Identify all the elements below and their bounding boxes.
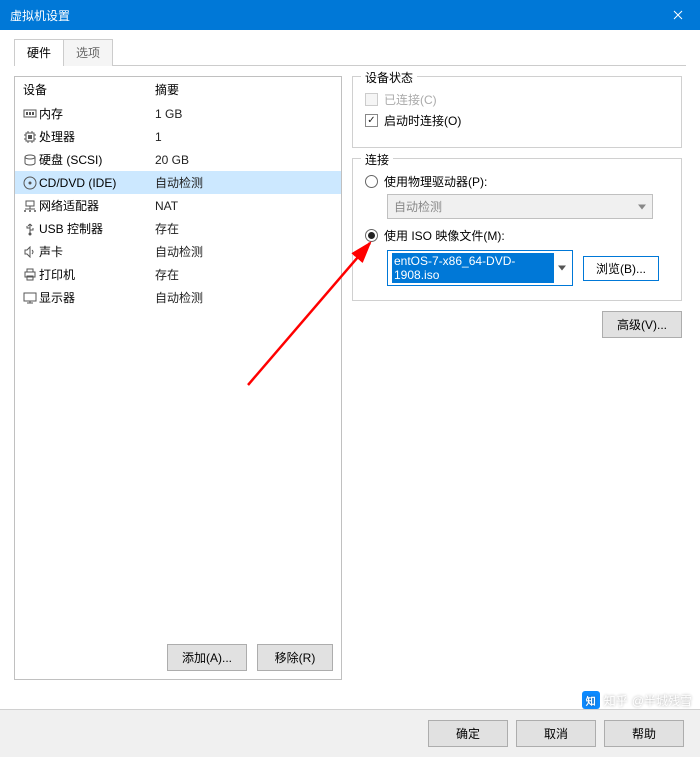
connection-group: 连接 使用物理驱动器(P): 自动检测 使用 ISO 映像文件(M): entO… bbox=[352, 158, 682, 301]
device-row[interactable]: 网络适配器NAT bbox=[15, 194, 341, 217]
connect-at-power-checkbox[interactable] bbox=[365, 114, 378, 127]
iso-file-combo[interactable]: entOS-7-x86_64-DVD-1908.iso bbox=[387, 250, 573, 286]
close-button[interactable] bbox=[655, 0, 700, 30]
device-row[interactable]: 打印机存在 bbox=[15, 263, 341, 286]
device-list-header: 设备 摘要 bbox=[15, 77, 341, 102]
physical-drive-combo: 自动检测 bbox=[387, 194, 653, 219]
connected-checkbox-row: 已连接(C) bbox=[365, 91, 669, 108]
cpu-icon bbox=[21, 130, 39, 144]
ok-button[interactable]: 确定 bbox=[428, 720, 508, 747]
device-summary: 1 bbox=[155, 130, 335, 144]
device-summary: 自动检测 bbox=[155, 174, 335, 191]
iso-radio[interactable] bbox=[365, 229, 378, 242]
cd-icon bbox=[21, 176, 39, 190]
col-device: 设备 bbox=[23, 81, 155, 98]
device-row[interactable]: 内存1 GB bbox=[15, 102, 341, 125]
device-label: CD/DVD (IDE) bbox=[39, 176, 155, 190]
close-icon bbox=[673, 10, 683, 20]
disk-icon bbox=[21, 153, 39, 167]
add-button[interactable]: 添加(A)... bbox=[167, 644, 247, 671]
device-label: 打印机 bbox=[39, 266, 155, 283]
device-row[interactable]: 处理器1 bbox=[15, 125, 341, 148]
connected-label: 已连接(C) bbox=[384, 91, 437, 108]
zhihu-icon: 知 bbox=[582, 691, 600, 709]
usb-icon bbox=[21, 222, 39, 236]
printer-icon bbox=[21, 268, 39, 282]
physical-drive-radio-row[interactable]: 使用物理驱动器(P): bbox=[365, 173, 669, 190]
iso-file-value: entOS-7-x86_64-DVD-1908.iso bbox=[392, 253, 554, 283]
device-summary: 20 GB bbox=[155, 153, 335, 167]
col-summary: 摘要 bbox=[155, 81, 179, 98]
connect-at-power-label: 启动时连接(O) bbox=[384, 112, 461, 129]
browse-button[interactable]: 浏览(B)... bbox=[583, 256, 659, 281]
device-row[interactable]: CD/DVD (IDE)自动检测 bbox=[15, 171, 341, 194]
device-label: 网络适配器 bbox=[39, 197, 155, 214]
device-list: 设备 摘要 内存1 GB处理器1硬盘 (SCSI)20 GBCD/DVD (ID… bbox=[14, 76, 342, 680]
physical-drive-radio[interactable] bbox=[365, 175, 378, 188]
tab-hardware[interactable]: 硬件 bbox=[14, 39, 64, 66]
iso-label: 使用 ISO 映像文件(M): bbox=[384, 227, 505, 244]
group-title-status: 设备状态 bbox=[361, 69, 417, 86]
connect-at-power-row[interactable]: 启动时连接(O) bbox=[365, 112, 669, 129]
sound-icon bbox=[21, 246, 39, 258]
connected-checkbox bbox=[365, 93, 378, 106]
device-label: 内存 bbox=[39, 105, 155, 122]
device-row[interactable]: 显示器自动检测 bbox=[15, 286, 341, 309]
device-row[interactable]: 硬盘 (SCSI)20 GB bbox=[15, 148, 341, 171]
device-label: 处理器 bbox=[39, 128, 155, 145]
group-title-connection: 连接 bbox=[361, 151, 393, 168]
memory-icon bbox=[21, 108, 39, 120]
device-summary: NAT bbox=[155, 199, 335, 213]
network-icon bbox=[21, 200, 39, 212]
watermark-author: @半城残雪 bbox=[632, 692, 692, 709]
help-button[interactable]: 帮助 bbox=[604, 720, 684, 747]
titlebar: 虚拟机设置 bbox=[0, 0, 700, 30]
iso-radio-row[interactable]: 使用 ISO 映像文件(M): bbox=[365, 227, 669, 244]
device-summary: 自动检测 bbox=[155, 289, 335, 306]
advanced-button[interactable]: 高级(V)... bbox=[602, 311, 682, 338]
tab-bar: 硬件 选项 bbox=[14, 38, 686, 66]
device-summary: 存在 bbox=[155, 220, 335, 237]
device-summary: 1 GB bbox=[155, 107, 335, 121]
remove-button[interactable]: 移除(R) bbox=[257, 644, 333, 671]
device-label: 硬盘 (SCSI) bbox=[39, 151, 155, 168]
device-row[interactable]: 声卡自动检测 bbox=[15, 240, 341, 263]
device-summary: 存在 bbox=[155, 266, 335, 283]
cancel-button[interactable]: 取消 bbox=[516, 720, 596, 747]
device-row[interactable]: USB 控制器存在 bbox=[15, 217, 341, 240]
device-label: USB 控制器 bbox=[39, 220, 155, 237]
display-icon bbox=[21, 292, 39, 304]
device-label: 声卡 bbox=[39, 243, 155, 260]
physical-drive-label: 使用物理驱动器(P): bbox=[384, 173, 487, 190]
window-title: 虚拟机设置 bbox=[10, 7, 70, 24]
device-summary: 自动检测 bbox=[155, 243, 335, 260]
dialog-footer: 确定 取消 帮助 bbox=[0, 709, 700, 757]
device-label: 显示器 bbox=[39, 289, 155, 306]
watermark-brand: 知乎 bbox=[604, 692, 628, 709]
watermark: 知 知乎 @半城残雪 bbox=[582, 691, 692, 709]
tab-options[interactable]: 选项 bbox=[63, 39, 113, 66]
device-status-group: 设备状态 已连接(C) 启动时连接(O) bbox=[352, 76, 682, 148]
